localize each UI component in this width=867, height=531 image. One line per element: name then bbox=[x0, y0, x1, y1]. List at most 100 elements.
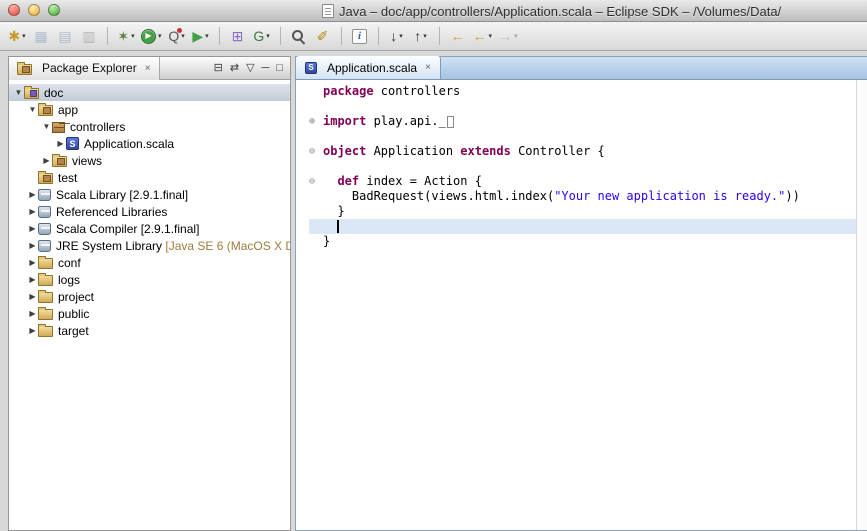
disclosure-triangle[interactable]: ▼ bbox=[27, 105, 38, 114]
zoom-window-button[interactable] bbox=[48, 4, 60, 16]
disclosure-triangle[interactable]: ▶ bbox=[27, 190, 38, 199]
tree-item-label: doc bbox=[44, 86, 63, 100]
view-menu-icon[interactable]: ▽ bbox=[246, 63, 254, 74]
toolbar-separator bbox=[280, 27, 281, 45]
disclosure-triangle[interactable]: ▶ bbox=[27, 292, 38, 301]
disclosure-triangle[interactable]: ▶ bbox=[27, 275, 38, 284]
text-caret bbox=[337, 220, 339, 233]
tree-item-scala-compiler-2-9-1-final[interactable]: ▶Scala Compiler [2.9.1.final] bbox=[9, 220, 290, 237]
annotate-button[interactable]: ✐ bbox=[312, 25, 334, 48]
project-tree[interactable]: ▼doc▼app▼controllers▶SApplication.scala▶… bbox=[9, 80, 290, 530]
disclosure-triangle[interactable]: ▶ bbox=[55, 139, 66, 148]
disclosure-triangle[interactable]: ▶ bbox=[41, 156, 52, 165]
library-icon bbox=[38, 240, 51, 252]
tree-item-project[interactable]: ▶project bbox=[9, 288, 290, 305]
tree-item-conf[interactable]: ▶conf bbox=[9, 254, 290, 271]
last-edit-location-button[interactable]: ← bbox=[447, 25, 469, 48]
disclosure-triangle[interactable]: ▶ bbox=[27, 258, 38, 267]
editor-area: S Application.scala × package controller… bbox=[295, 56, 867, 531]
code-token: "Your new application is ready." bbox=[554, 189, 785, 203]
previous-annotation-icon: ↑ bbox=[414, 29, 421, 43]
external-tools-button[interactable]: ▶▾ bbox=[190, 25, 212, 48]
code-token: index = Action { bbox=[359, 174, 482, 188]
disclosure-triangle[interactable]: ▶ bbox=[27, 224, 38, 233]
previous-annotation-button[interactable]: ↑▾ bbox=[410, 25, 432, 48]
tree-item-app[interactable]: ▼ app bbox=[9, 101, 290, 118]
next-annotation-button[interactable]: ↓▾ bbox=[386, 25, 408, 48]
debug-button[interactable]: ✶▾ bbox=[115, 25, 137, 48]
code-line[interactable] bbox=[309, 159, 856, 174]
save-button[interactable]: ▦ bbox=[30, 25, 52, 48]
g-tool-button[interactable]: G▾ bbox=[251, 25, 273, 48]
disclosure-triangle[interactable]: ▶ bbox=[27, 326, 38, 335]
save-all-button[interactable]: ▤ bbox=[54, 25, 76, 48]
tree-item-scala-library-2-9-1-final[interactable]: ▶Scala Library [2.9.1.final] bbox=[9, 186, 290, 203]
disclosure-triangle[interactable]: ▶ bbox=[27, 309, 38, 318]
annotate-icon: ✐ bbox=[317, 29, 329, 43]
code-token: } bbox=[323, 234, 330, 248]
disclosure-triangle[interactable]: ▼ bbox=[13, 88, 24, 97]
tree-item-label: logs bbox=[58, 273, 80, 287]
tree-item-doc[interactable]: ▼ doc bbox=[9, 84, 290, 101]
run-q-button[interactable]: Q▾ bbox=[166, 25, 188, 48]
titlebar[interactable]: Java – doc/app/controllers/Application.s… bbox=[0, 0, 867, 22]
tree-item-label: JRE System Library bbox=[56, 239, 162, 253]
tree-item-referenced-libraries[interactable]: ▶Referenced Libraries bbox=[9, 203, 290, 220]
code-line[interactable]: BadRequest(views.html.index("Your new ap… bbox=[309, 189, 856, 204]
tree-item-views[interactable]: ▶views bbox=[9, 152, 290, 169]
search-button[interactable] bbox=[288, 25, 310, 48]
tree-item-target[interactable]: ▶target bbox=[9, 322, 290, 339]
close-tab-icon[interactable]: × bbox=[425, 62, 431, 73]
project-icon bbox=[24, 88, 39, 99]
code-line[interactable]: package controllers bbox=[309, 84, 856, 99]
new-wizard-icon: ✱ bbox=[8, 29, 20, 43]
run-icon: ▶ bbox=[141, 29, 156, 44]
tree-item-test[interactable]: test bbox=[9, 169, 290, 186]
code-lines[interactable]: package controllers ⊕import play.api._ ⊖ob… bbox=[309, 80, 856, 530]
forward-icon: → bbox=[498, 29, 512, 43]
print-button[interactable]: ▥ bbox=[78, 25, 100, 48]
close-window-button[interactable] bbox=[8, 4, 20, 16]
fold-toggle-icon[interactable]: ⊕ bbox=[309, 114, 323, 129]
code-editor[interactable]: package controllers ⊕import play.api._ ⊖ob… bbox=[296, 80, 867, 530]
minimize-view-icon[interactable]: ─ bbox=[262, 63, 270, 74]
run-button[interactable]: ▶▾ bbox=[139, 25, 164, 48]
toolbar-separator bbox=[378, 27, 379, 45]
collapse-all-icon[interactable]: ⊟ bbox=[214, 63, 223, 74]
tree-item-label: app bbox=[58, 103, 78, 117]
new-wizard-button[interactable]: ✱▾ bbox=[6, 25, 28, 48]
new-java-project-button[interactable]: ⊞ bbox=[227, 25, 249, 48]
back-button[interactable]: ←▾ bbox=[471, 25, 495, 48]
code-line[interactable]: } bbox=[309, 204, 856, 219]
maximize-view-icon[interactable]: □ bbox=[276, 63, 283, 74]
link-with-editor-icon[interactable]: ⇄ bbox=[230, 63, 239, 74]
code-line[interactable] bbox=[309, 219, 856, 234]
tree-item-public[interactable]: ▶ public bbox=[9, 305, 290, 322]
disclosure-triangle[interactable]: ▶ bbox=[27, 207, 38, 216]
overview-ruler[interactable] bbox=[856, 80, 867, 530]
code-line[interactable]: } bbox=[309, 234, 856, 249]
fold-toggle-icon[interactable]: ⊖ bbox=[309, 144, 323, 159]
tree-item-application-scala[interactable]: ▶SApplication.scala bbox=[9, 135, 290, 152]
disclosure-triangle[interactable]: ▶ bbox=[27, 241, 38, 250]
tree-item-logs[interactable]: ▶ logs bbox=[9, 271, 290, 288]
tree-item-label: public bbox=[58, 307, 89, 321]
code-line[interactable]: ⊖object Application extends Controller { bbox=[309, 144, 856, 159]
code-line[interactable]: ⊖ def index = Action { bbox=[309, 174, 856, 189]
info-button[interactable]: i bbox=[349, 25, 371, 48]
minimize-window-button[interactable] bbox=[28, 4, 40, 16]
package-explorer-tab[interactable]: Package Explorer × bbox=[9, 57, 160, 80]
code-line[interactable] bbox=[309, 129, 856, 144]
editor-tabbar: S Application.scala × bbox=[296, 57, 867, 80]
code-line[interactable]: ⊕import play.api._ bbox=[309, 114, 856, 129]
disclosure-triangle[interactable]: ▼ bbox=[41, 122, 52, 131]
new-java-project-icon: ⊞ bbox=[232, 29, 244, 43]
fold-toggle-icon[interactable]: ⊖ bbox=[309, 174, 323, 189]
tree-item-jre-system-library[interactable]: ▶JRE System Library [Java SE 6 (MacOS X … bbox=[9, 237, 290, 254]
forward-button[interactable]: →▾ bbox=[496, 25, 520, 48]
code-line[interactable] bbox=[309, 99, 856, 114]
editor-tab-application-scala[interactable]: S Application.scala × bbox=[296, 56, 441, 79]
tree-item-controllers[interactable]: ▼controllers bbox=[9, 118, 290, 135]
close-view-icon[interactable]: × bbox=[145, 63, 151, 74]
code-text: package controllers bbox=[323, 84, 856, 99]
